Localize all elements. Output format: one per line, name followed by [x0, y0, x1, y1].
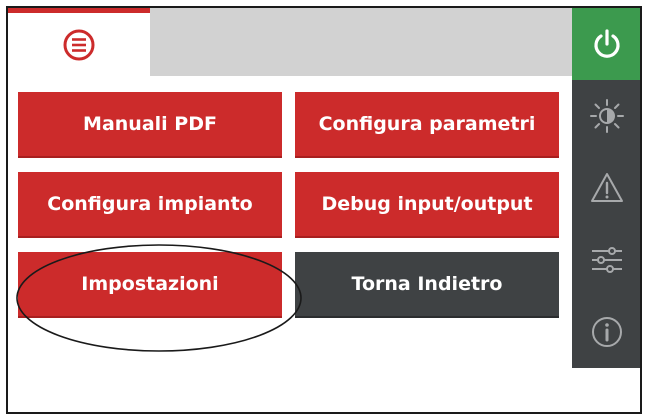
top-bar: [150, 8, 572, 76]
power-button[interactable]: [572, 8, 640, 80]
power-icon: [594, 29, 620, 58]
sidebar: [572, 8, 640, 368]
info-button[interactable]: [572, 296, 640, 368]
impostazioni-button[interactable]: Impostazioni: [18, 252, 282, 318]
warning-icon: [591, 173, 623, 202]
settings-sliders-button[interactable]: [572, 224, 640, 296]
screen-frame: Manuali PDF Configura parametri Configur…: [6, 6, 642, 414]
configura-impianto-button[interactable]: Configura impianto: [18, 172, 282, 238]
info-icon: [592, 317, 622, 347]
menu-icon[interactable]: [62, 28, 96, 62]
configura-parametri-button[interactable]: Configura parametri: [295, 92, 559, 158]
sliders-icon: [592, 247, 622, 273]
manuali-pdf-button[interactable]: Manuali PDF: [18, 92, 282, 158]
brightness-button[interactable]: [572, 80, 640, 152]
torna-indietro-button[interactable]: Torna Indietro: [295, 252, 559, 318]
warning-button[interactable]: [572, 152, 640, 224]
menu-tab[interactable]: [8, 8, 150, 76]
brightness-icon: [590, 99, 624, 133]
debug-input-output-button[interactable]: Debug input/output: [295, 172, 559, 238]
